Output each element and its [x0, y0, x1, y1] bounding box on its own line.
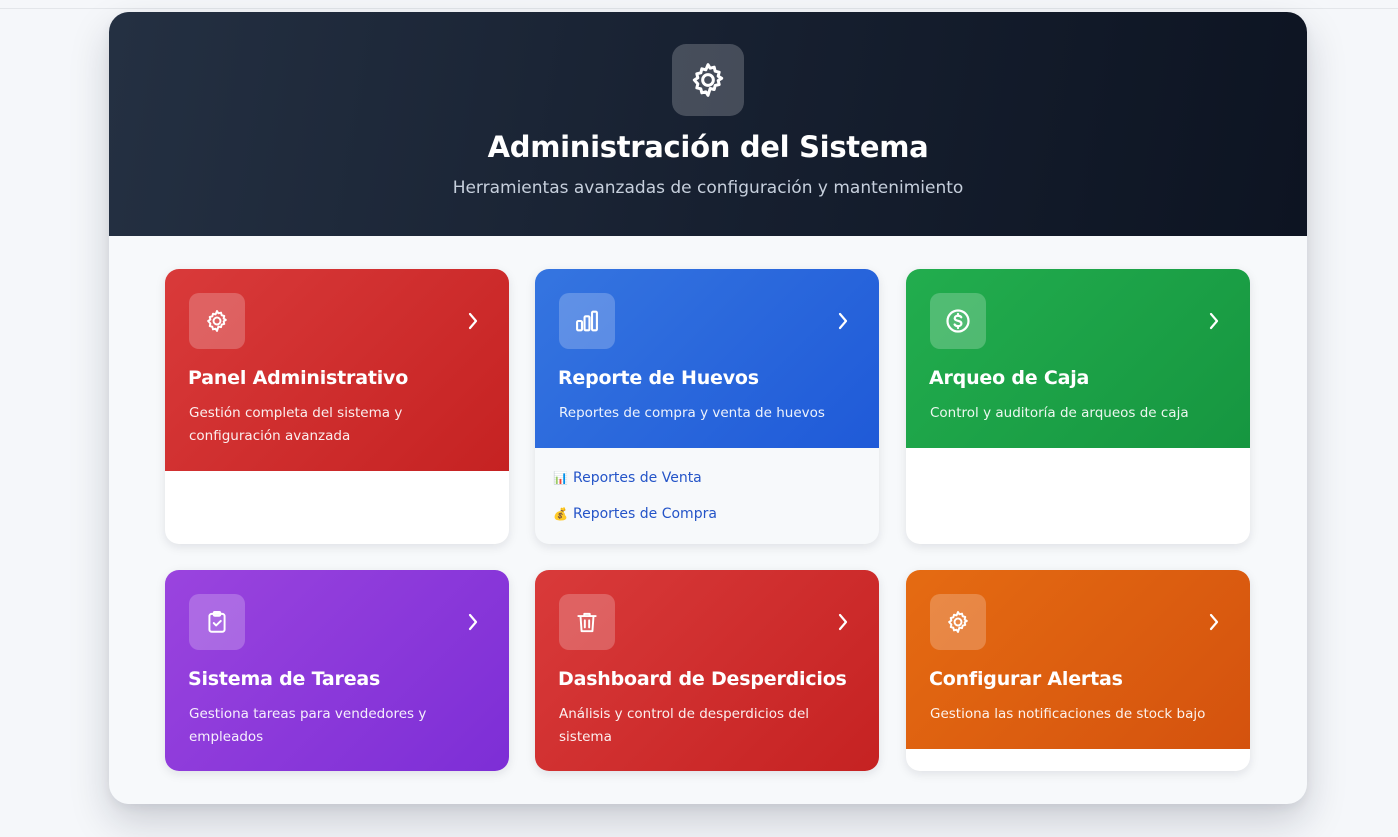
card-arqueo-de-caja[interactable]: Arqueo de Caja Control y auditoría de ar…: [906, 269, 1250, 544]
top-divider: [0, 8, 1398, 9]
chevron-right-icon: [1204, 610, 1224, 634]
link-reportes-compra[interactable]: 💰 Reportes de Compra: [553, 496, 717, 532]
link-label: Reportes de Venta: [573, 470, 702, 486]
card-title: Configurar Alertas: [929, 668, 1123, 690]
gear-icon: [189, 293, 245, 349]
page-title: Administración del Sistema: [487, 130, 929, 164]
card-description: Gestión completa del sistema y configura…: [189, 405, 403, 444]
dollar-circle-icon: [930, 293, 986, 349]
card-title: Reporte de Huevos: [558, 367, 759, 389]
chevron-right-icon: [463, 610, 483, 634]
chevron-right-icon: [463, 309, 483, 333]
header: Administración del Sistema Herramientas …: [109, 12, 1307, 236]
gear-icon: [672, 44, 744, 116]
card-title: Dashboard de Desperdicios: [558, 668, 847, 690]
chevron-right-icon: [833, 309, 853, 333]
chevron-right-icon: [833, 610, 853, 634]
clipboard-check-icon: [189, 594, 245, 650]
card-description: Reportes de compra y venta de huevos: [559, 405, 825, 421]
trash-icon: [559, 594, 615, 650]
card-description: Análisis y control de desperdicios del s…: [559, 706, 810, 745]
card-title: Sistema de Tareas: [188, 668, 381, 690]
card-dashboard-de-desperdicios[interactable]: Dashboard de Desperdicios Análisis y con…: [535, 570, 879, 771]
admin-panel: Administración del Sistema Herramientas …: [109, 12, 1307, 804]
card-title: Panel Administrativo: [188, 367, 409, 389]
card-description: Gestiona tareas para vendedores y emplea…: [189, 706, 427, 745]
chart-emoji-icon: 📊: [553, 471, 568, 485]
card-reporte-de-huevos[interactable]: Reporte de Huevos Reportes de compra y v…: [535, 269, 879, 544]
link-reportes-venta[interactable]: 📊 Reportes de Venta: [553, 460, 717, 496]
link-label: Reportes de Compra: [573, 506, 717, 522]
bar-chart-icon: [559, 293, 615, 349]
card-panel-administrativo[interactable]: Panel Administrativo Gestión completa de…: [165, 269, 509, 544]
money-bag-icon: 💰: [553, 507, 568, 521]
chevron-right-icon: [1204, 309, 1224, 333]
card-configurar-alertas[interactable]: Configurar Alertas Gestiona las notifica…: [906, 570, 1250, 771]
page-subtitle: Herramientas avanzadas de configuración …: [452, 178, 964, 198]
report-links: 📊 Reportes de Venta 💰 Reportes de Compra: [553, 460, 717, 532]
card-title: Arqueo de Caja: [929, 367, 1090, 389]
card-sistema-de-tareas[interactable]: Sistema de Tareas Gestiona tareas para v…: [165, 570, 509, 771]
card-description: Gestiona las notificaciones de stock baj…: [930, 706, 1206, 722]
gear-icon: [930, 594, 986, 650]
card-description: Control y auditoría de arqueos de caja: [930, 405, 1189, 421]
